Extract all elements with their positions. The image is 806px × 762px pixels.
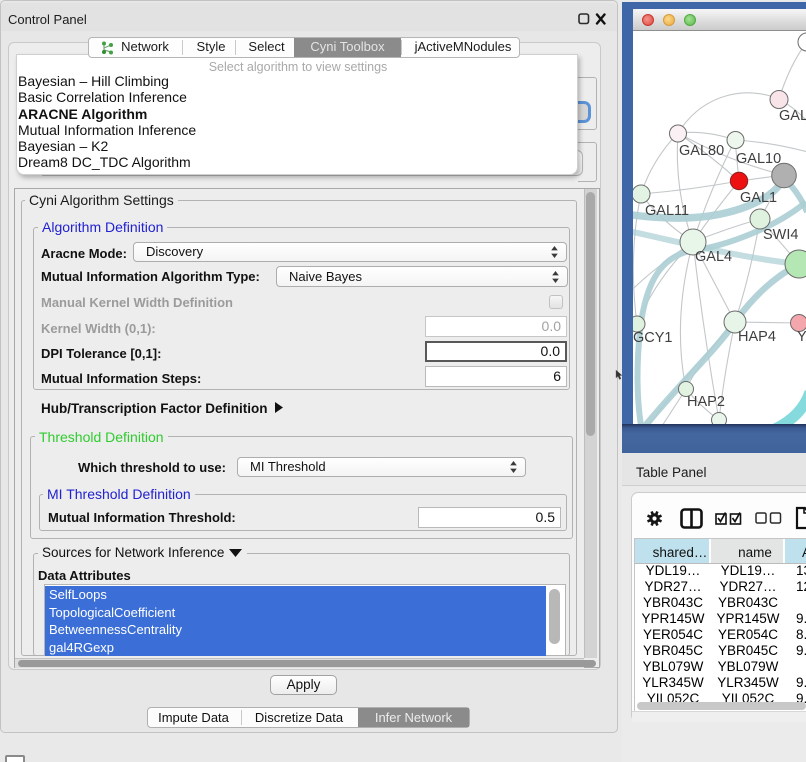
- svg-text:SWI4: SWI4: [763, 227, 798, 243]
- svg-text:HAP4: HAP4: [738, 329, 776, 345]
- svg-text:GAL1: GAL1: [740, 190, 777, 206]
- svg-text:GAL11: GAL11: [645, 203, 689, 219]
- svg-text:GCY1: GCY1: [633, 330, 673, 346]
- svg-text:GAL: GAL: [779, 108, 806, 124]
- svg-text:GAL80: GAL80: [679, 143, 724, 159]
- svg-text:HAP2: HAP2: [687, 394, 725, 410]
- svg-text:GAL4: GAL4: [695, 249, 732, 265]
- svg-text:Y: Y: [797, 329, 806, 345]
- svg-text:GAL10: GAL10: [736, 151, 781, 167]
